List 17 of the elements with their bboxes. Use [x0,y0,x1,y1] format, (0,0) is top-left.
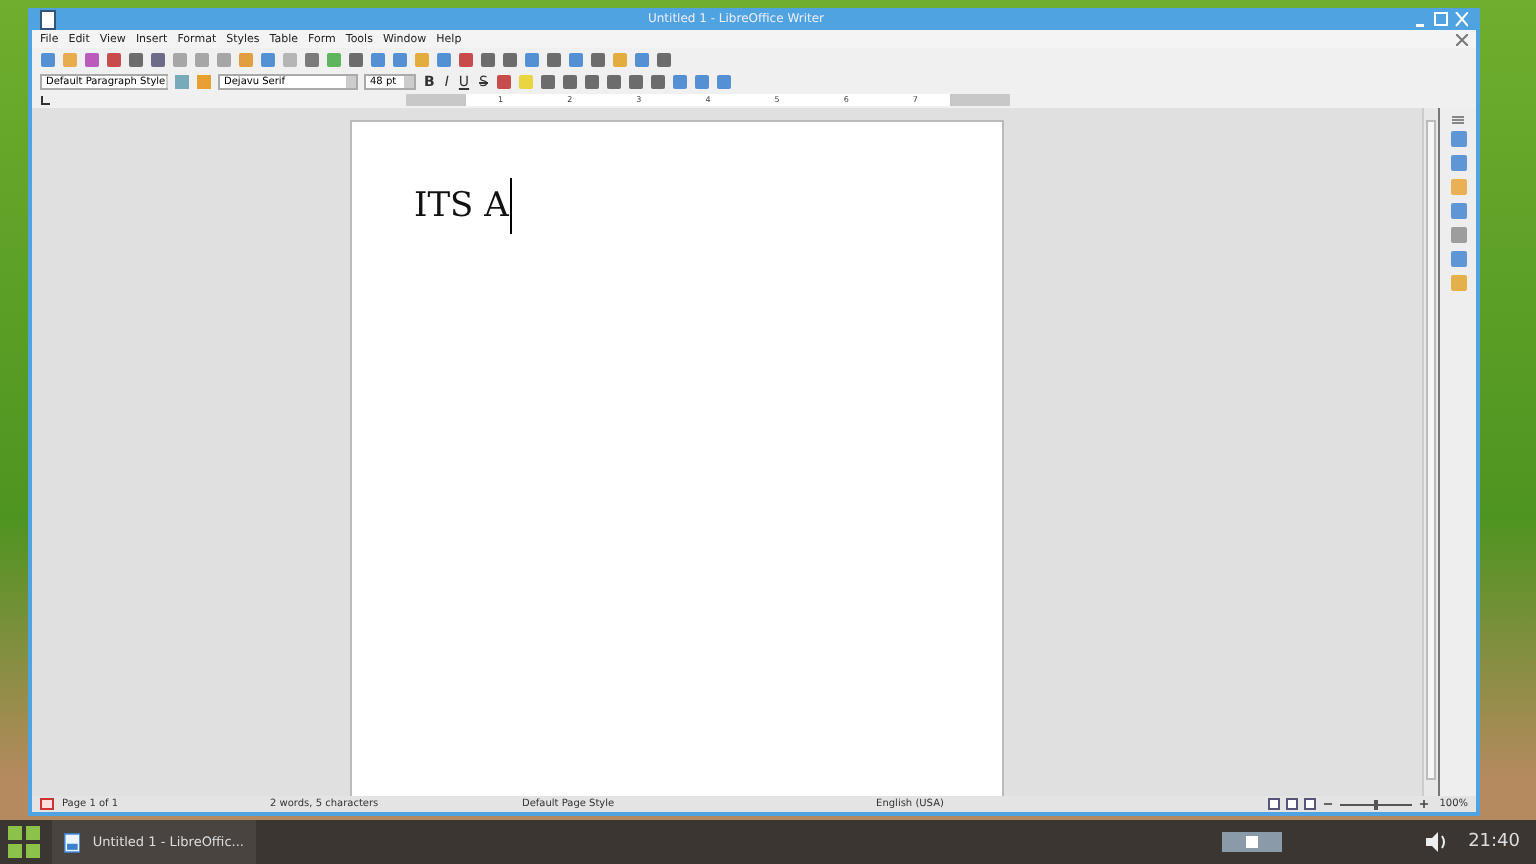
zoom-slider-thumb[interactable] [1373,799,1378,809]
zoom-out-icon[interactable] [1323,800,1332,808]
document-page[interactable]: ITS A [350,120,1004,796]
tab-stop-icon[interactable] [40,95,50,105]
document-modified-icon [40,798,54,810]
close-icon[interactable] [1456,33,1468,45]
volume-icon[interactable] [1426,832,1449,852]
text-cursor [510,178,513,234]
clock: 21:40 [1468,832,1520,852]
writer-document-icon [64,829,81,855]
vertical-scrollbar[interactable] [1422,108,1438,796]
app-grid-icon[interactable] [8,826,40,858]
window-controls-icon[interactable] [1416,11,1468,27]
menu-icon[interactable] [1452,116,1464,124]
view-layout-icon[interactable] [1267,798,1316,810]
document-text: ITS A [414,186,509,226]
zoom-in-icon[interactable] [1419,800,1428,808]
